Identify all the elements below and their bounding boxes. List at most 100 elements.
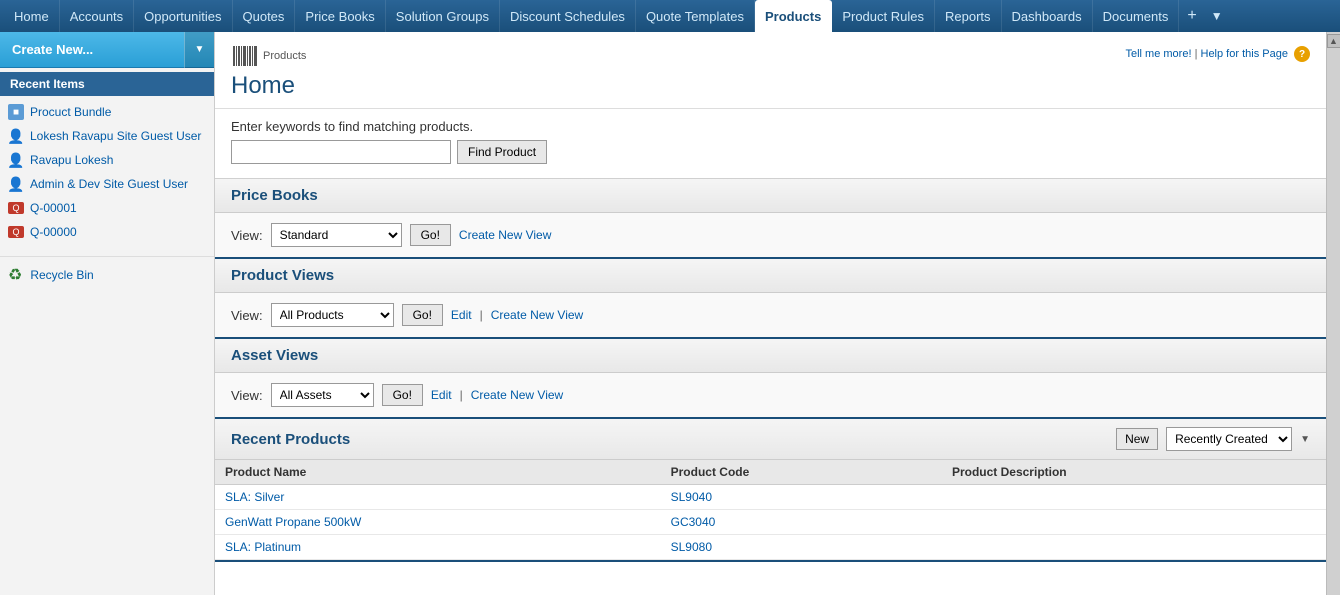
search-row: Find Product — [231, 140, 1310, 164]
recent-item-link[interactable]: Q-00001 — [30, 201, 77, 215]
nav-price-books[interactable]: Price Books — [295, 0, 385, 32]
nav-documents[interactable]: Documents — [1093, 0, 1180, 32]
list-item[interactable]: 👤 Lokesh Ravapu Site Guest User — [0, 124, 214, 148]
product-name-link[interactable]: GenWatt Propane 500kW — [225, 515, 361, 529]
product-views-body: View: All Products Active Products Inact… — [215, 293, 1326, 337]
recent-products-new-button[interactable]: New — [1116, 428, 1158, 450]
product-name-cell: SLA: Silver — [215, 485, 661, 510]
list-item[interactable]: ■ Procuct Bundle — [0, 100, 214, 124]
price-books-view-label: View: — [231, 228, 263, 243]
page-header: Products Home Tell me more! | Help for t… — [215, 32, 1326, 109]
recent-item-link[interactable]: Procuct Bundle — [30, 105, 111, 119]
product-views-create-new-view-link[interactable]: Create New View — [491, 308, 583, 322]
product-code-link[interactable]: SL9080 — [671, 540, 712, 554]
barcode-icon — [231, 42, 259, 70]
product-name-link[interactable]: SLA: Platinum — [225, 540, 301, 554]
list-item[interactable]: Q Q-00000 — [0, 220, 214, 244]
product-description-cell — [942, 510, 1326, 535]
recycle-bin-item[interactable]: ♻ Recycle Bin — [0, 256, 214, 293]
nav-plus-button[interactable]: + — [1179, 0, 1204, 32]
nav-products[interactable]: Products — [755, 0, 832, 32]
help-for-page-link[interactable]: Help for this Page — [1201, 48, 1288, 60]
user-icon: 👤 — [8, 128, 24, 144]
tell-me-more-link[interactable]: Tell me more! — [1125, 48, 1191, 60]
sidebar: Create New... ▼ Recent Items ■ Procuct B… — [0, 32, 215, 595]
nav-reports[interactable]: Reports — [935, 0, 1002, 32]
list-item[interactable]: 👤 Admin & Dev Site Guest User — [0, 172, 214, 196]
column-product-description: Product Description — [942, 460, 1326, 485]
nav-quotes[interactable]: Quotes — [233, 0, 296, 32]
page-title-area: Products Home — [231, 42, 306, 100]
top-navigation: Home Accounts Opportunities Quotes Price… — [0, 0, 1340, 32]
nav-product-rules[interactable]: Product Rules — [832, 0, 935, 32]
nav-solution-groups[interactable]: Solution Groups — [386, 0, 500, 32]
price-books-view-row: View: Standard All Price Books Active Pr… — [231, 223, 1310, 247]
table-row: SLA: Platinum SL9080 — [215, 535, 1326, 560]
nav-accounts[interactable]: Accounts — [60, 0, 134, 32]
asset-views-go-button[interactable]: Go! — [382, 384, 423, 406]
nav-more-dropdown[interactable]: ▼ — [1205, 0, 1229, 32]
price-books-section: Price Books View: Standard All Price Boo… — [215, 179, 1326, 259]
recent-products-sort-select[interactable]: Recently Created Recently Modified Produ… — [1166, 427, 1292, 451]
list-item[interactable]: Q Q-00001 — [0, 196, 214, 220]
price-books-go-button[interactable]: Go! — [410, 224, 451, 246]
recent-items-list: ■ Procuct Bundle 👤 Lokesh Ravapu Site Gu… — [0, 96, 214, 248]
asset-views-edit-link[interactable]: Edit — [431, 388, 452, 402]
product-code-link[interactable]: GC3040 — [671, 515, 716, 529]
price-books-body: View: Standard All Price Books Active Pr… — [215, 213, 1326, 257]
user-icon: 👤 — [8, 176, 24, 192]
price-books-view-select[interactable]: Standard All Price Books Active Price Bo… — [271, 223, 402, 247]
nav-home[interactable]: Home — [4, 0, 60, 32]
page-title: Home — [231, 72, 306, 100]
help-links: Tell me more! | Help for this Page ? — [1125, 42, 1310, 62]
recent-item-link[interactable]: Ravapu Lokesh — [30, 153, 113, 167]
asset-views-section: Asset Views View: All Assets Active Asse… — [215, 339, 1326, 419]
scroll-up-arrow-icon[interactable]: ▲ — [1327, 34, 1340, 48]
table-row: SLA: Silver SL9040 — [215, 485, 1326, 510]
nav-dashboards[interactable]: Dashboards — [1002, 0, 1093, 32]
create-new-label: Create New... — [0, 42, 184, 57]
table-row: GenWatt Propane 500kW GC3040 — [215, 510, 1326, 535]
help-question-icon[interactable]: ? — [1294, 46, 1310, 62]
recent-item-link[interactable]: Lokesh Ravapu Site Guest User — [30, 129, 201, 143]
recent-item-link[interactable]: Admin & Dev Site Guest User — [30, 177, 188, 191]
asset-views-view-row: View: All Assets Active Assets Go! Edit … — [231, 383, 1310, 407]
product-name-link[interactable]: SLA: Silver — [225, 490, 284, 504]
product-description-cell — [942, 485, 1326, 510]
column-product-name: Product Name — [215, 460, 661, 485]
price-books-create-new-view-link[interactable]: Create New View — [459, 228, 551, 242]
search-input[interactable] — [231, 140, 451, 164]
product-description-cell — [942, 535, 1326, 560]
nav-quote-templates[interactable]: Quote Templates — [636, 0, 755, 32]
nav-discount-schedules[interactable]: Discount Schedules — [500, 0, 636, 32]
list-item[interactable]: 👤 Ravapu Lokesh — [0, 148, 214, 172]
recycle-bin-icon: ♻ — [8, 265, 22, 285]
product-code-link[interactable]: SL9040 — [671, 490, 712, 504]
table-header-row: Product Name Product Code Product Descri… — [215, 460, 1326, 485]
create-new-arrow-icon[interactable]: ▼ — [184, 32, 214, 68]
search-area: Enter keywords to find matching products… — [215, 109, 1326, 179]
recent-products-controls: New Recently Created Recently Modified P… — [1116, 427, 1310, 451]
product-views-separator: | — [480, 308, 483, 322]
breadcrumb: Products — [231, 42, 306, 70]
asset-views-view-select[interactable]: All Assets Active Assets — [271, 383, 374, 407]
bundle-icon: ■ — [8, 104, 24, 120]
asset-views-view-label: View: — [231, 388, 263, 403]
main-content: Products Home Tell me more! | Help for t… — [215, 32, 1326, 595]
product-views-view-select[interactable]: All Products Active Products Inactive Pr… — [271, 303, 394, 327]
right-scrollbar[interactable]: ▲ — [1326, 32, 1340, 595]
create-new-button[interactable]: Create New... ▼ — [0, 32, 214, 68]
user-icon: 👤 — [8, 152, 24, 168]
product-name-cell: SLA: Platinum — [215, 535, 661, 560]
recent-products-title: Recent Products — [231, 431, 350, 448]
recent-item-link[interactable]: Q-00000 — [30, 225, 77, 239]
find-product-button[interactable]: Find Product — [457, 140, 547, 164]
nav-opportunities[interactable]: Opportunities — [134, 0, 232, 32]
asset-views-create-new-view-link[interactable]: Create New View — [471, 388, 563, 402]
recent-products-table: Product Name Product Code Product Descri… — [215, 460, 1326, 560]
recycle-bin-link[interactable]: Recycle Bin — [30, 268, 93, 282]
product-views-edit-link[interactable]: Edit — [451, 308, 472, 322]
product-views-go-button[interactable]: Go! — [402, 304, 443, 326]
product-code-cell: GC3040 — [661, 510, 942, 535]
search-description: Enter keywords to find matching products… — [231, 119, 1310, 134]
